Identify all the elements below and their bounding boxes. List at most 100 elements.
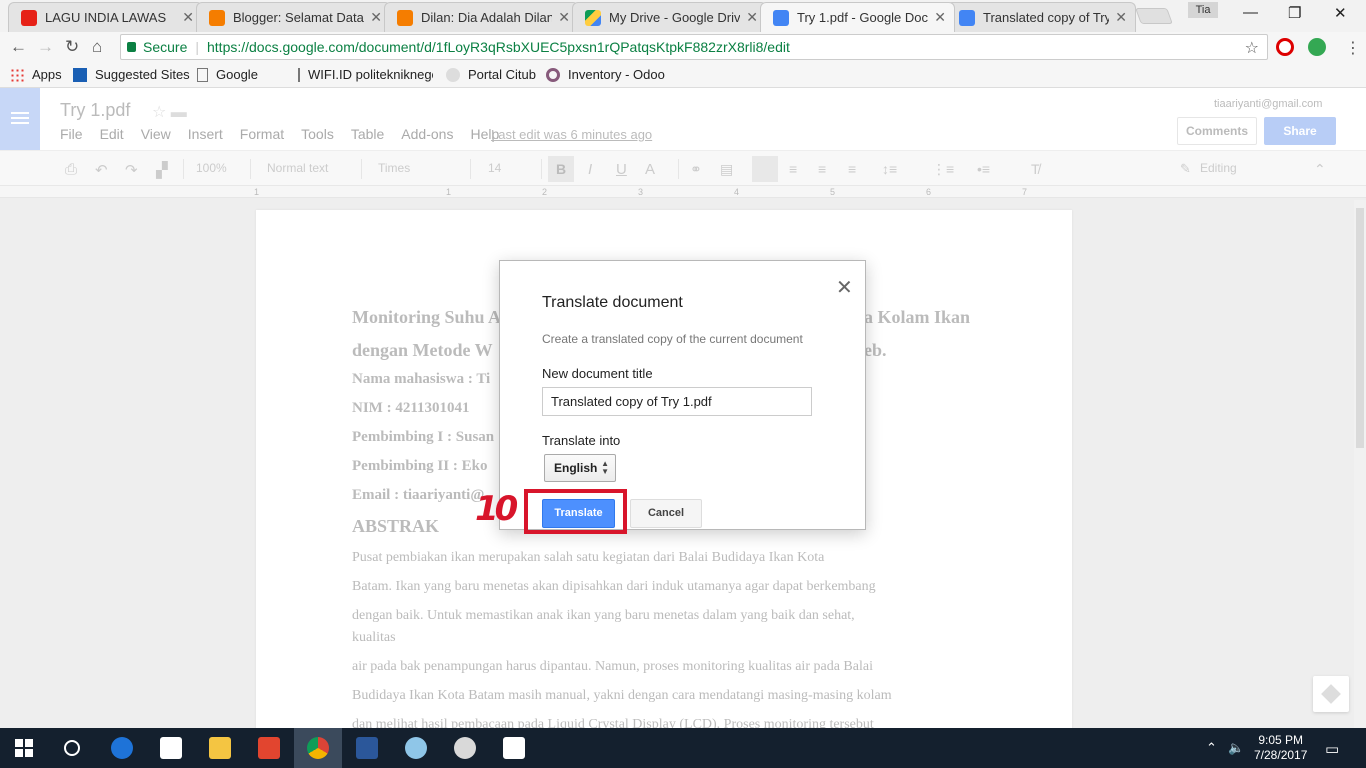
justify-icon[interactable]: ≡ (848, 161, 856, 177)
close-window-icon[interactable]: ✕ (1334, 4, 1347, 22)
close-icon[interactable]: ✕ (836, 275, 853, 300)
taskbar-chrome[interactable] (294, 728, 342, 768)
taskbar-photos[interactable] (490, 728, 538, 768)
collapse-toolbar-icon[interactable]: ⌃ (1314, 161, 1326, 178)
cancel-button[interactable]: Cancel (630, 499, 702, 528)
browser-tab-4[interactable]: My Drive - Google Drive ✕ (572, 2, 767, 32)
menu-tools[interactable]: Tools (301, 126, 334, 142)
underline-button[interactable]: U (616, 161, 627, 178)
language-select[interactable]: English ▲ ▼ (544, 454, 616, 482)
taskbar-paint[interactable] (392, 728, 440, 768)
start-button[interactable] (0, 728, 48, 768)
undo-icon[interactable]: ↶ (95, 161, 108, 179)
star-folder-icons[interactable]: ☆ ▬ (152, 102, 187, 122)
browser-tab-6[interactable]: Translated copy of Try 1 ✕ (946, 2, 1136, 32)
profile-button[interactable]: Tia (1188, 2, 1218, 18)
menu-format[interactable]: Format (240, 126, 284, 142)
docs-home-icon[interactable] (0, 88, 40, 150)
font-select[interactable]: Times (378, 161, 410, 175)
browser-tab-5-active[interactable]: Try 1.pdf - Google Docs ✕ (760, 2, 955, 32)
clear-formatting-icon[interactable]: T̸ (1031, 161, 1040, 177)
cortana-button[interactable] (48, 728, 96, 768)
action-center-icon[interactable]: ▭ (1325, 740, 1339, 758)
last-edit-link[interactable]: Last edit was 6 minutes ago (491, 127, 652, 142)
comment-icon[interactable]: ▤ (720, 161, 733, 178)
reload-icon[interactable]: ↻ (65, 37, 79, 57)
address-bar[interactable]: Secure | https://docs.google.com/documen… (120, 34, 1268, 60)
tab-close-icon[interactable]: ✕ (370, 9, 382, 26)
scrollbar-thumb[interactable] (1356, 208, 1364, 448)
tab-close-icon[interactable]: ✕ (182, 9, 194, 26)
align-left-button[interactable] (752, 156, 778, 182)
taskbar-clock[interactable]: 9:05 PM 7/28/2017 (1254, 733, 1307, 763)
chrome-menu-icon[interactable]: ⋮ (1345, 38, 1361, 58)
browser-tab-3[interactable]: Dilan: Dia Adalah Dilanku ✕ (384, 2, 579, 32)
bookmark-google[interactable]: Google (197, 67, 258, 82)
url-text[interactable]: https://docs.google.com/document/d/1fLoy… (207, 39, 790, 55)
forward-icon[interactable]: → (37, 37, 54, 57)
taskbar-snipping[interactable] (441, 728, 489, 768)
grammarly-icon[interactable] (1308, 38, 1326, 56)
browser-tab-1[interactable]: LAGU INDIA LAWAS ✕ (8, 2, 203, 32)
ruler[interactable]: 1 1 2 3 4 5 6 7 (0, 186, 1366, 198)
bold-button[interactable]: B (548, 156, 574, 182)
align-right-icon[interactable]: ≡ (818, 161, 826, 177)
tab-close-icon[interactable]: ✕ (558, 9, 570, 26)
paint-format-icon[interactable]: ▞ (156, 161, 168, 179)
new-title-input[interactable]: Translated copy of Try 1.pdf (542, 387, 812, 416)
ruler-number: 2 (542, 187, 548, 197)
editing-mode-select[interactable]: Editing (1200, 161, 1237, 175)
comments-button[interactable]: Comments (1177, 117, 1257, 145)
menu-table[interactable]: Table (351, 126, 384, 142)
menu-insert[interactable]: Insert (188, 126, 223, 142)
tab-close-icon[interactable]: ✕ (1115, 9, 1127, 26)
line-spacing-icon[interactable]: ↕≡ (882, 161, 897, 177)
taskbar-file-explorer[interactable] (196, 728, 244, 768)
menu-edit[interactable]: Edit (100, 126, 124, 142)
taskbar-store[interactable] (147, 728, 195, 768)
align-center-icon[interactable]: ≡ (789, 161, 797, 177)
menu-file[interactable]: File (60, 126, 83, 142)
explore-button[interactable] (1313, 676, 1349, 712)
share-button[interactable]: Share (1264, 117, 1336, 145)
home-icon[interactable]: ⌂ (92, 37, 102, 57)
toolbar-separator (250, 159, 251, 179)
bulleted-list-icon[interactable]: •≡ (977, 161, 990, 177)
redo-icon[interactable]: ↷ (125, 161, 138, 179)
print-icon[interactable]: ⎙ (65, 161, 77, 178)
bookmark-apps[interactable]: Apps (10, 67, 62, 82)
link-icon[interactable]: ⚭ (690, 161, 702, 178)
account-email[interactable]: tiaariyanti@gmail.com (1214, 98, 1322, 110)
font-size-select[interactable]: 14 (488, 161, 501, 175)
document-title[interactable]: Try 1.pdf (60, 100, 130, 121)
minimize-icon[interactable]: — (1243, 4, 1258, 21)
taskbar-word[interactable] (343, 728, 391, 768)
extension-icon[interactable] (1276, 38, 1294, 56)
text-color-button[interactable]: A (645, 161, 655, 178)
volume-icon[interactable]: 🔈 (1228, 740, 1244, 756)
bookmark-star-icon[interactable]: ☆ (1245, 38, 1259, 58)
editing-mode-icon[interactable]: ✎ (1180, 161, 1191, 177)
new-tab-button[interactable] (1135, 8, 1173, 24)
bookmark-portal-citub[interactable]: Portal Citub (446, 67, 536, 82)
numbered-list-icon[interactable]: ⋮≡ (932, 161, 954, 178)
bookmark-odoo[interactable]: Inventory - Odoo (546, 67, 665, 82)
italic-button[interactable]: I (588, 161, 592, 178)
secure-indicator[interactable]: Secure (127, 39, 187, 55)
restore-icon[interactable]: ❐ (1288, 4, 1301, 22)
bookmark-wifi-id[interactable]: WIFI.ID politekniknegeri... (298, 67, 433, 82)
tab-close-icon[interactable]: ✕ (746, 9, 758, 26)
taskbar-edge[interactable] (98, 728, 146, 768)
browser-tab-2[interactable]: Blogger: Selamat Datang ✕ (196, 2, 391, 32)
style-select[interactable]: Normal text (267, 161, 328, 175)
vertical-scrollbar[interactable] (1354, 200, 1366, 728)
taskbar-app-red[interactable] (245, 728, 293, 768)
menu-addons[interactable]: Add-ons (401, 126, 453, 142)
ruler-number: 6 (926, 187, 932, 197)
tab-close-icon[interactable]: ✕ (934, 9, 946, 26)
zoom-select[interactable]: 100% (196, 161, 227, 175)
back-icon[interactable]: ← (10, 37, 27, 57)
tray-chevron-icon[interactable]: ⌃ (1206, 740, 1217, 756)
menu-view[interactable]: View (141, 126, 171, 142)
bookmark-suggested-sites[interactable]: Suggested Sites (73, 67, 190, 82)
